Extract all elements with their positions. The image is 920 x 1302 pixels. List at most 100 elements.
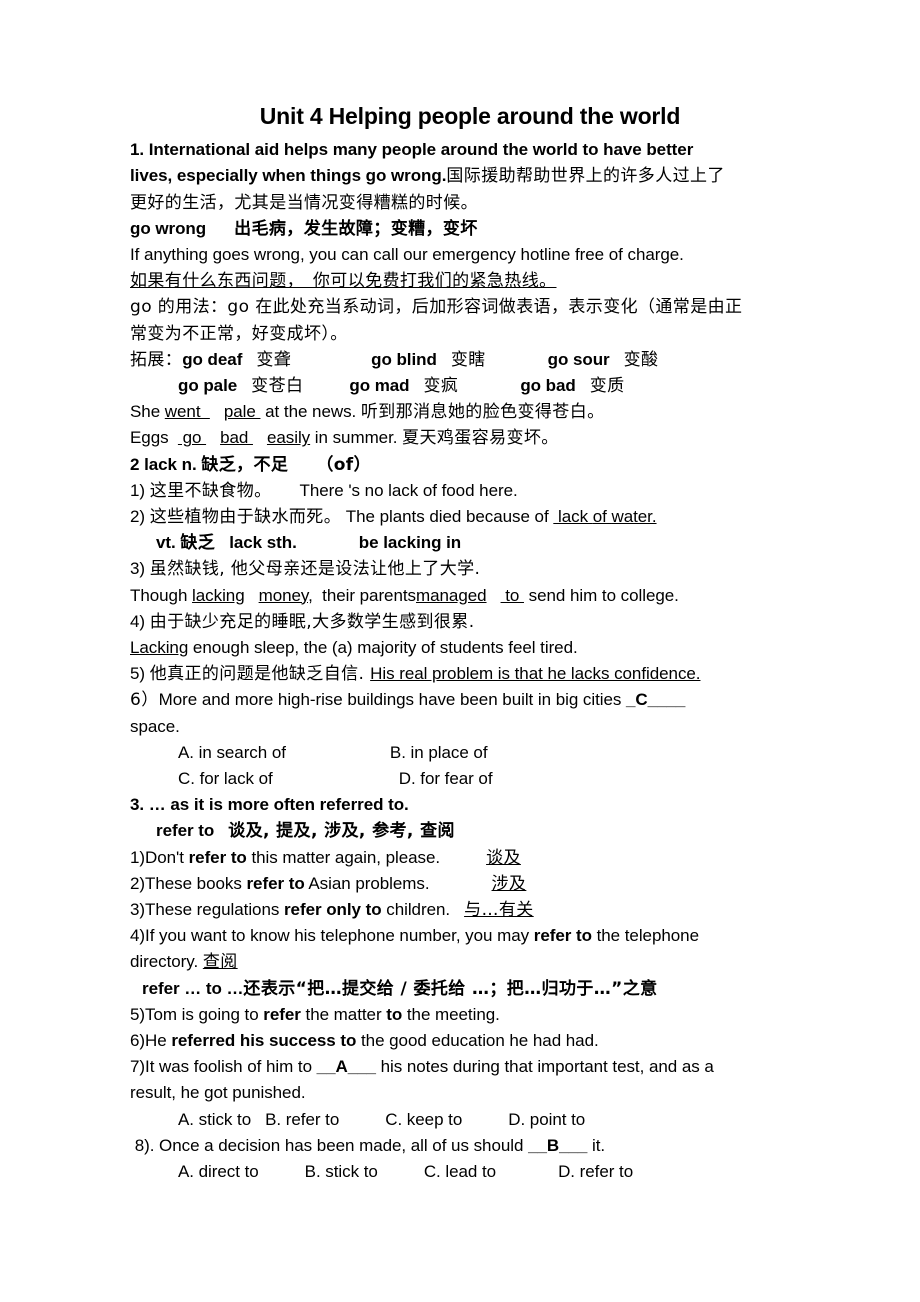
item-3-end: send him to college.: [523, 585, 679, 605]
exercise-she-answer2: pale: [223, 402, 261, 422]
item-2-answer3: water.: [611, 506, 657, 526]
entry-lack-verb: vt.: [156, 533, 181, 553]
item-2-answer2: of: [592, 506, 612, 526]
item-3-number: 3): [130, 559, 150, 579]
extension-label: 拓展：: [130, 349, 183, 370]
text-line-12: Eggs go bad easily in summer. 夏天鸡蛋容易变坏。: [130, 425, 810, 451]
example-go-wrong-en: If anything goes wrong, you can call our…: [130, 244, 684, 264]
refer-item-2-meaning: 涉及: [491, 873, 527, 894]
refer-item-2-pre: 2)These books: [130, 873, 247, 893]
item-3-answer4: to: [500, 585, 524, 605]
phrase-go-pale: go pale: [178, 375, 238, 395]
phrase-go-pale-meaning: 变苍白: [251, 375, 304, 396]
refer-item-3-pre: 3)These regulations: [130, 900, 284, 920]
refer-item-5-pre: 5)Tom is going to: [130, 1004, 264, 1024]
item-5-number: 5): [130, 664, 150, 684]
refer-item-7-answer: __A___: [316, 1057, 376, 1077]
refer-item-7-option-a: A. stick to: [178, 1109, 252, 1129]
text-line-20: Lacking enough sleep, the (a) majority o…: [130, 635, 810, 661]
text-line-40: A. direct to B. stick to C. lead to D. refe…: [130, 1159, 810, 1185]
item-5-answer: His real problem is that he lacks confid…: [370, 664, 701, 684]
text-line-15: 2) 这些植物由于缺水而死。 The plants died because o…: [130, 504, 810, 530]
text-line-18: Though lacking money, their parentsmanage…: [130, 583, 810, 609]
text-line-5: If anything goes wrong, you can call our…: [130, 242, 810, 268]
item-6-en: More and more high-rise buildings have b…: [158, 690, 627, 710]
refer-item-8-post: it.: [587, 1135, 606, 1155]
text-line-3: 更好的生活，尤其是当情况变得糟糕的时候。: [130, 190, 810, 216]
refer-item-8-option-b: B. stick to: [304, 1162, 378, 1182]
refer-item-8-option-a: A. direct to: [178, 1162, 259, 1182]
text-line-14: 1) 这里不缺食物。 There 's no lack of food here.: [130, 478, 810, 504]
text-line-32: directory. 查阅: [130, 949, 810, 975]
item-3-pre: Though: [130, 585, 193, 605]
item-4-cn: 由于缺少充足的睡眠,大多数学生感到很累.: [149, 611, 475, 632]
intro-translation-part1: 国际援助帮助世界上的许多人过上了: [446, 166, 725, 187]
entry-refer-to-extended-meaning: 还表示“把…提交给 / 委托给 …；把…归功于…”之意: [243, 978, 658, 999]
refer-item-1-phrase: refer to: [188, 847, 247, 867]
entry-refer-to-extended: refer … to …: [142, 978, 244, 998]
item-3-cn: 虽然缺钱, 他父母亲还是设法让他上了大学.: [149, 559, 481, 580]
item-1-cn: 这里不缺食物。: [149, 480, 272, 501]
text-line-38: A. stick to B. refer to C. keep to D. point…: [130, 1107, 810, 1133]
go-usage-note-part1: go 的用法：go 在此处充当系动词，后加形容词做表语，表示变化（通常是由正: [130, 297, 743, 318]
phrase-go-sour: go sour: [547, 349, 610, 369]
exercise-she-pre: She: [130, 402, 165, 422]
refer-item-8-pre: 8). Once a decision has been made, all o…: [130, 1135, 529, 1155]
entry-lack-noun-meaning: 缺乏，不足: [201, 454, 289, 475]
text-line-33: refer … to …还表示“把…提交给 / 委托给 …；把…归功于…”之意: [130, 976, 810, 1002]
refer-item-7-option-b: B. refer to: [265, 1109, 340, 1129]
exercise-she-mid: at the news.: [260, 402, 361, 422]
item-5-cn: 他真正的问题是他缺乏自信.: [149, 664, 371, 685]
text-line-8: 常变为不正常，好变成坏）。: [130, 321, 810, 347]
refer-item-6-pre: 6)He: [130, 1031, 172, 1051]
text-line-36: 7)It was foolish of him to __A___ his no…: [130, 1054, 810, 1080]
refer-item-7-post: his notes during that important test, an…: [375, 1057, 714, 1077]
page-title: Unit 4 Helping people around the world: [259, 103, 681, 129]
entry-lack-sth: lack sth.: [229, 533, 297, 553]
text-line-22: 6）More and more high-rise buildings have…: [130, 687, 810, 713]
text-line-23: space.: [130, 714, 810, 740]
text-line-35: 6)He referred his success to the good ed…: [130, 1028, 810, 1054]
exercise-eggs-pre: Eggs: [130, 428, 178, 448]
refer-item-2-post: Asian problems.: [304, 873, 430, 893]
phrase-go-sour-meaning: 变酸: [623, 349, 659, 370]
entry-lack-verb-meaning: 缺乏: [180, 533, 216, 554]
refer-item-7-cont: result, he got punished.: [130, 1083, 306, 1103]
phrase-go-blind: go blind: [371, 349, 437, 369]
exercise-eggs-answer3: easily: [266, 428, 311, 448]
entry-go-wrong-meaning: 出毛病，发生故障；变糟，变坏: [234, 218, 478, 239]
text-line-6: 如果有什么东西问题， 你可以免费打我们的紧急热线。: [130, 268, 810, 294]
entry-lack-noun-collocation: （of）: [316, 454, 372, 475]
text-line-17: 3) 虽然缺钱, 他父母亲还是设法让他上了大学.: [130, 556, 810, 582]
item-2-en: The plants died because of: [341, 506, 554, 526]
item-6-en-cont: space.: [130, 716, 180, 736]
text-line-39: 8). Once a decision has been made, all o…: [130, 1133, 810, 1159]
item-6-option-d: D. for fear of: [398, 769, 493, 788]
item-3-answer2: money,: [258, 585, 313, 605]
intro-translation-part2: 更好的生活，尤其是当情况变得糟糕的时候。: [130, 192, 478, 213]
item-3-answer3: managed: [416, 585, 487, 605]
text-line-1: 1. International aid helps many people a…: [130, 137, 810, 163]
item-4-en: enough sleep, the (a) majority of studen…: [188, 637, 578, 657]
text-line-2: lives, especially when things go wrong.国…: [130, 163, 810, 189]
item-4-answer: Lacking: [130, 637, 189, 657]
item-2-number: 2): [130, 506, 150, 526]
text-line-10: go pale 变苍白 go mad 变疯 go bad 变质: [130, 373, 810, 399]
example-go-wrong-cn: 如果有什么东西问题， 你可以免费打我们的紧急热线。: [130, 271, 557, 292]
refer-item-4-meaning: 查阅: [202, 952, 238, 973]
entry-lack-noun: 2 lack n.: [130, 454, 202, 474]
text-line-30: 3)These regulations refer only to childr…: [130, 897, 810, 923]
refer-item-6-post: the good education he had had.: [356, 1031, 599, 1051]
refer-item-3-meaning: 与…有关: [464, 900, 534, 921]
phrase-go-mad: go mad: [349, 375, 410, 395]
item-6-number: 6）: [130, 690, 159, 711]
exercise-eggs-translation: 夏天鸡蛋容易变坏。: [402, 428, 559, 449]
item-6-option-b: B. in place of: [389, 742, 488, 762]
item-3-answer1: lacking: [192, 585, 245, 605]
entry-be-lacking-in: be lacking in: [358, 533, 462, 553]
intro-sentence-part1: 1. International aid helps many people a…: [130, 140, 694, 160]
item-6-option-c: C. for lack of: [178, 769, 273, 788]
item-1-en: There 's no lack of food here.: [299, 480, 518, 500]
phrase-go-deaf-meaning: 变聋: [256, 349, 292, 370]
exercise-eggs-answer1: go: [177, 428, 207, 448]
